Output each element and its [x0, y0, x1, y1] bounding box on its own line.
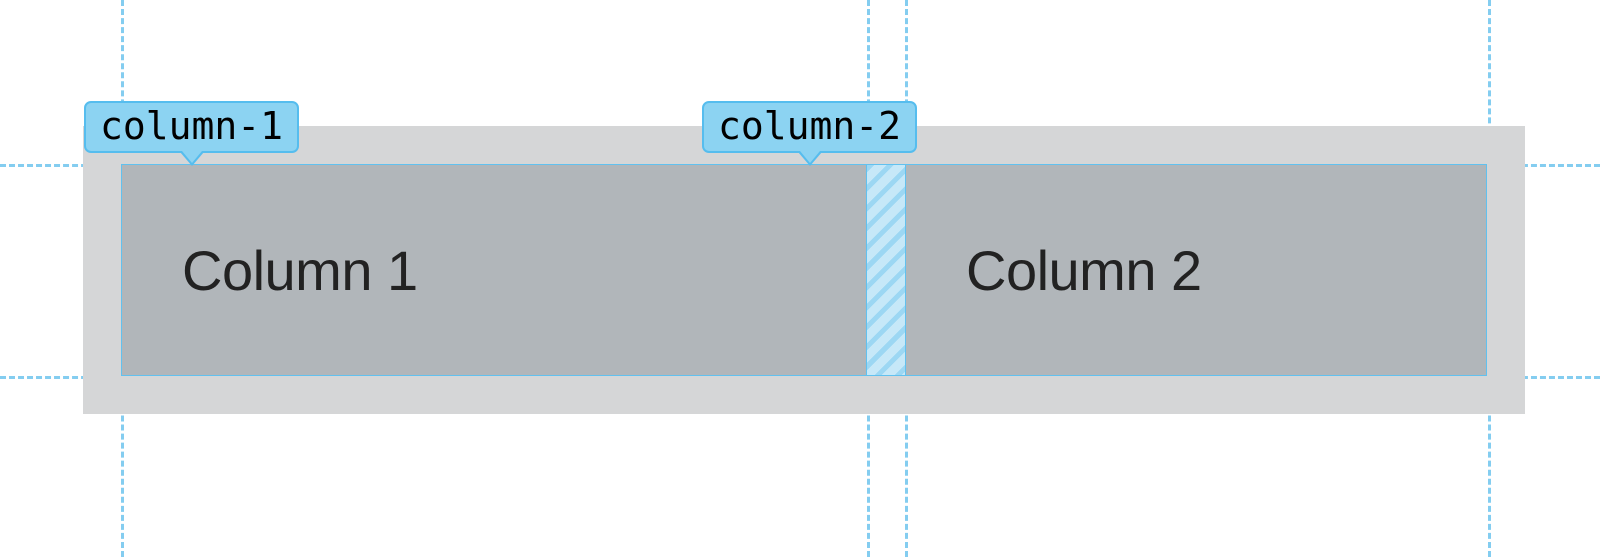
grid-column-2: Column 2 — [905, 164, 1487, 376]
column-1-label-badge: column-1 — [84, 101, 299, 153]
column-2-label-text: column-2 — [718, 104, 901, 148]
column-2-label-badge: column-2 — [702, 101, 917, 153]
grid-column-1: Column 1 — [121, 164, 867, 376]
column-1-label-text: column-1 — [100, 104, 283, 148]
column-1-text: Column 1 — [182, 238, 418, 303]
column-2-text: Column 2 — [966, 238, 1202, 303]
grid-gap — [867, 164, 905, 376]
grid-container: Column 1 Column 2 — [83, 126, 1525, 414]
